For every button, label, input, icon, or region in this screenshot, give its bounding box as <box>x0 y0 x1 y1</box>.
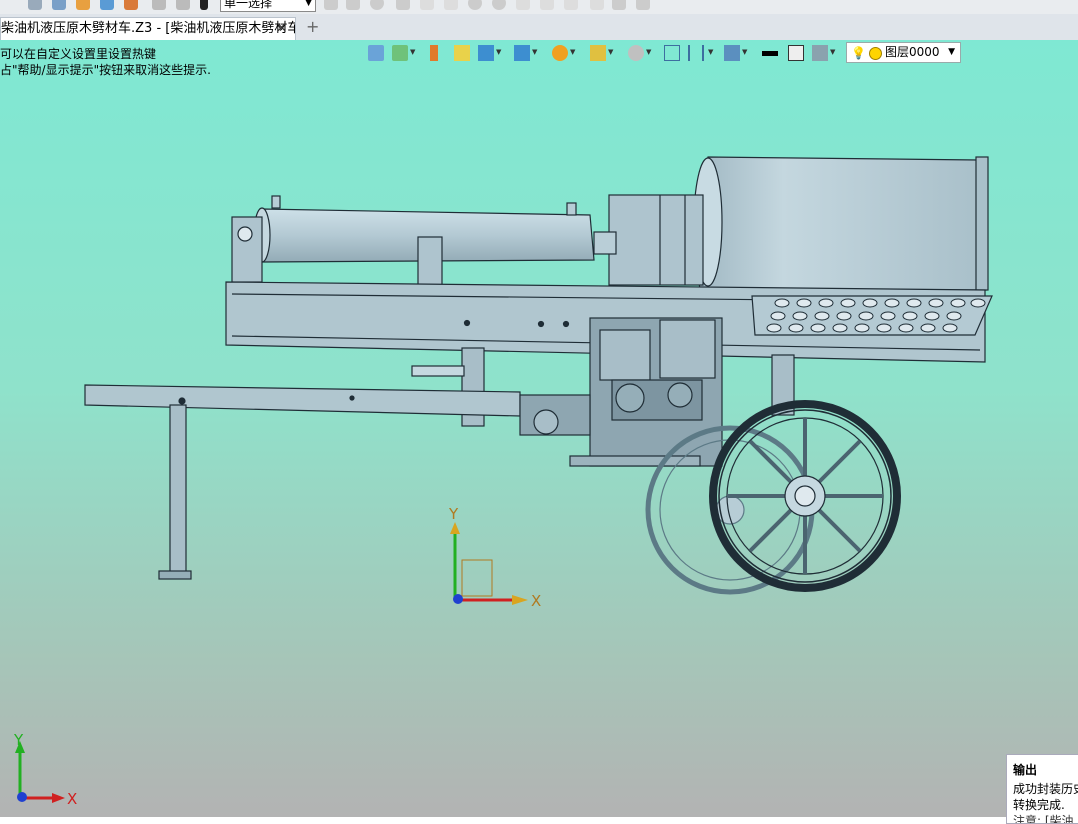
play-icon[interactable] <box>370 0 384 10</box>
3d-viewport[interactable]: Y X Y X <box>0 40 1078 817</box>
chevron-down-icon: ▼ <box>742 48 748 56</box>
front-stand <box>169 404 187 576</box>
stack-icon[interactable] <box>612 0 626 10</box>
center-axis-triad <box>450 522 528 605</box>
corner-axis-triad <box>15 741 65 803</box>
chevron-down-icon: ▼ <box>708 48 714 56</box>
history-icon[interactable] <box>152 0 166 10</box>
add-tab-button[interactable]: + <box>306 18 319 36</box>
line-icon[interactable] <box>420 0 434 10</box>
output-line-2: 转换完成. <box>1013 798 1065 812</box>
tab-document[interactable]: 柴油机液压原木劈材车.Z3 - [柴油机液压原木劈材车] ✕ <box>0 17 296 40</box>
engine-housing <box>608 194 704 286</box>
fill-color-icon[interactable] <box>788 45 804 61</box>
model-geometry <box>84 156 993 595</box>
circle-icon[interactable] <box>492 0 506 10</box>
layer-color-icon <box>869 47 882 60</box>
tab-document-label: 柴油机液压原木劈材车.Z3 - [柴油机液压原木劈材车] <box>1 21 296 36</box>
curve-icon[interactable] <box>540 0 554 10</box>
chevron-down-icon: ▼ <box>570 48 576 56</box>
chevron-down-icon: ▼ <box>646 48 652 56</box>
filter-icon[interactable]: ▼ <box>552 45 575 61</box>
hint-line-2: 占"帮助/显示提示"按钮来取消这些提示. <box>0 63 211 77</box>
spline-icon[interactable] <box>516 0 530 10</box>
part-icon[interactable] <box>100 0 114 10</box>
frame-icon[interactable] <box>664 45 680 61</box>
view-icon[interactable]: ▼ <box>514 45 537 61</box>
bulb-icon[interactable]: 💡 <box>851 44 866 63</box>
list-icon[interactable] <box>52 0 66 10</box>
arc-icon[interactable] <box>564 0 578 10</box>
folder-icon[interactable] <box>76 0 90 10</box>
log-splitter-model[interactable] <box>0 40 1078 817</box>
output-panel[interactable]: 输出 成功封装历史 转换完成. 注意: [柴油 <box>1006 754 1078 824</box>
line-weight-icon[interactable] <box>762 51 778 56</box>
center-x-label: X <box>531 592 542 610</box>
corner-y-label: Y <box>14 731 24 749</box>
layer-name: 图层0000 <box>885 45 940 59</box>
pin-icon[interactable] <box>176 0 190 10</box>
tow-tongue <box>84 384 521 417</box>
pen-icon[interactable] <box>430 45 438 61</box>
select-arrow-icon[interactable] <box>28 0 42 10</box>
stop-icon[interactable] <box>200 0 208 10</box>
select-mode-value: 单一选择 <box>224 0 273 10</box>
snap-icon[interactable]: ▼ <box>628 45 651 61</box>
display-icon[interactable]: ▼ <box>724 45 747 61</box>
point-icon[interactable] <box>396 0 410 10</box>
wheel-front <box>709 400 901 592</box>
stack2-icon[interactable] <box>636 0 650 10</box>
chevron-down-icon: ▼ <box>532 48 538 56</box>
output-title: 输出 <box>1013 763 1038 777</box>
corner-x-label: X <box>67 790 78 808</box>
chevron-down-icon: ▼ <box>410 48 416 56</box>
output-line-3: 注意: [柴油 <box>1013 814 1074 824</box>
box-icon[interactable]: ▼ <box>478 45 501 61</box>
tank <box>695 156 987 291</box>
assembly-icon[interactable] <box>124 0 138 10</box>
measure-icon[interactable]: ▼ <box>688 45 713 61</box>
chevron-down-icon: ▼ <box>830 48 836 56</box>
color-icon[interactable]: ▼ <box>590 45 613 61</box>
document-tab-bar: 柴油机液压原木劈材车.Z3 - [柴油机液压原木劈材车] ✕ <box>0 14 1078 41</box>
layers-icon[interactable]: ▼ <box>392 45 415 61</box>
arrow-line-icon[interactable] <box>444 0 458 10</box>
exit-icon[interactable] <box>368 45 384 61</box>
chevron-down-icon: ▼ <box>948 47 955 57</box>
cursor-icon[interactable] <box>324 0 338 10</box>
chevron-down-icon: ▼ <box>608 48 614 56</box>
select-mode-dropdown[interactable]: 单一选择 ▼ <box>220 0 316 12</box>
layer-dropdown[interactable]: 💡 图层0000 ▼ <box>846 42 961 63</box>
stack-icon[interactable]: ▼ <box>812 45 835 61</box>
chevron-down-icon: ▼ <box>496 48 502 56</box>
center-y-label: Y <box>449 505 459 523</box>
close-icon[interactable]: ✕ <box>276 18 287 40</box>
circle-center-icon[interactable] <box>468 0 482 10</box>
surface-icon[interactable] <box>454 45 470 61</box>
output-line-1: 成功封装历史 <box>1013 782 1078 796</box>
sketch-icon[interactable] <box>346 0 360 10</box>
top-toolbar: 单一选择 ▼ <box>0 0 1078 14</box>
slash-icon[interactable] <box>590 0 604 10</box>
chevron-down-icon: ▼ <box>305 0 312 8</box>
hint-line-1: 可以在自定义设置里设置热键 <box>0 47 157 61</box>
